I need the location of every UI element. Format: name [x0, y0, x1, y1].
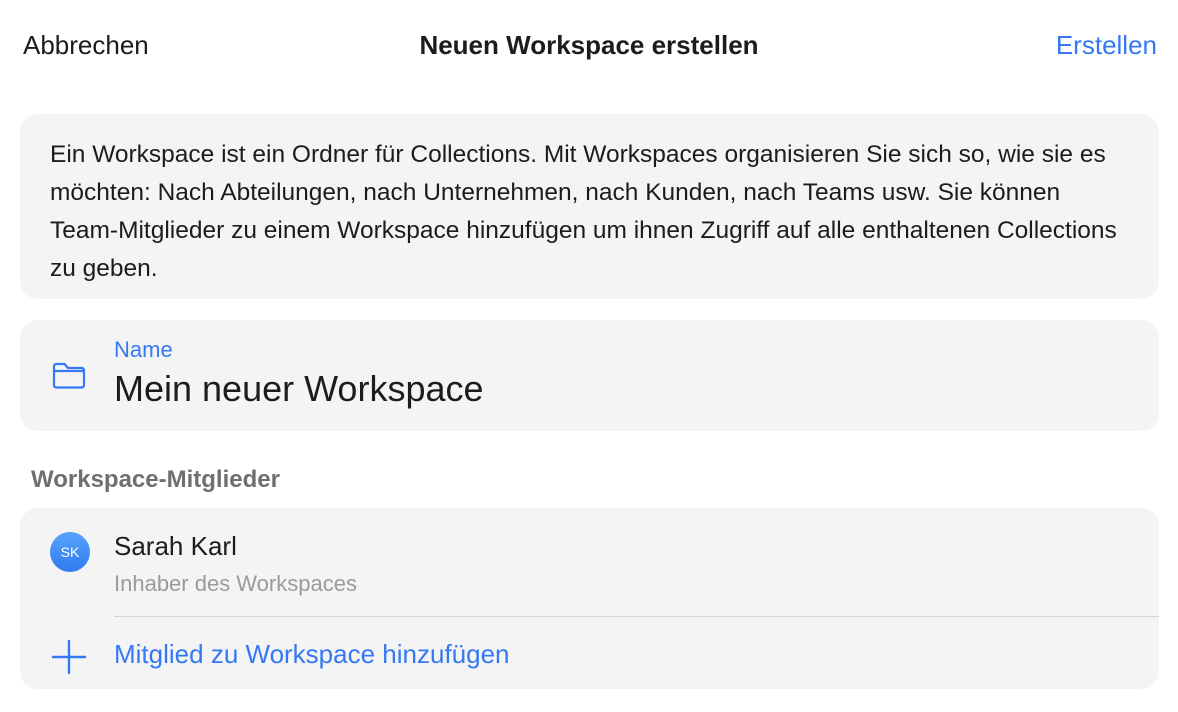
- create-button[interactable]: Erstellen: [1056, 30, 1157, 61]
- name-field-card[interactable]: Name: [20, 320, 1159, 431]
- page-title: Neuen Workspace erstellen: [419, 30, 759, 60]
- plus-icon: [51, 639, 87, 675]
- members-section-header: Workspace-Mitglieder: [31, 466, 280, 493]
- member-name: Sarah Karl: [114, 531, 237, 561]
- name-label: Name: [114, 337, 173, 362]
- info-card: Ein Workspace ist ein Ordner für Collect…: [20, 114, 1159, 299]
- add-member-label: Mitglied zu Workspace hinzufügen: [114, 639, 510, 669]
- folder-icon: [52, 362, 86, 389]
- member-role: Inhaber des Workspaces: [114, 571, 357, 596]
- avatar: SK: [50, 532, 90, 572]
- members-card: SK Sarah Karl Inhaber des Workspaces Mit…: [20, 508, 1159, 689]
- workspace-name-input[interactable]: [114, 368, 1014, 410]
- add-member-button[interactable]: Mitglied zu Workspace hinzufügen: [20, 617, 1159, 689]
- info-description: Ein Workspace ist ein Ordner für Collect…: [50, 141, 1117, 282]
- navigation-bar: Abbrechen Neuen Workspace erstellen Erst…: [0, 0, 1178, 94]
